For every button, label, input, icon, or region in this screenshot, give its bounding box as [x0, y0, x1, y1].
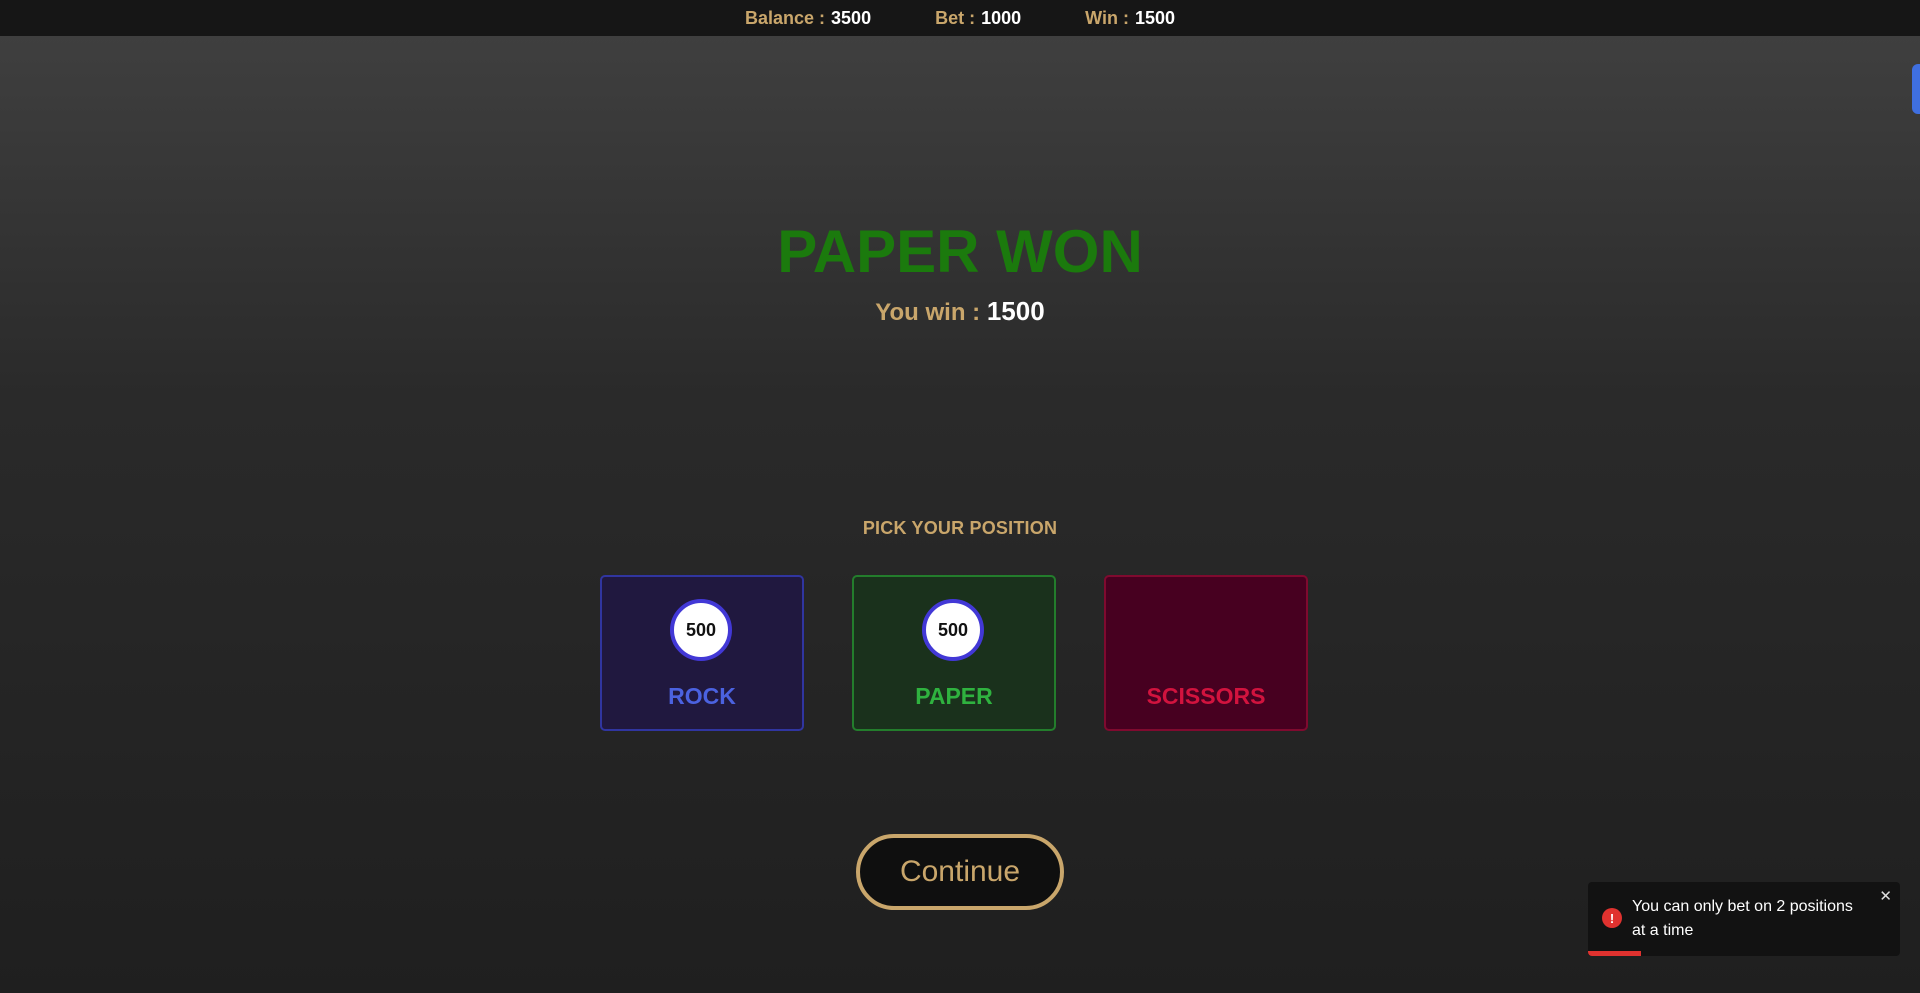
error-toast: ! You can only bet on 2 positions at a t… — [1588, 882, 1900, 956]
rock-bet-chip: 500 — [670, 599, 732, 661]
win-amount-value: 1500 — [986, 296, 1045, 326]
toast-message: You can only bet on 2 positions at a tim… — [1632, 898, 1853, 939]
bet-stat: Bet : 1000 — [935, 8, 1021, 29]
bet-value: 1000 — [981, 7, 1022, 28]
pick-position-heading: PICK YOUR POSITION — [862, 518, 1058, 538]
win-amount-line: You win : 1500 — [0, 296, 1920, 327]
scissors-position-button[interactable]: SCISSORS — [1104, 575, 1308, 731]
win-label: Win : — [1085, 7, 1129, 28]
top-stats-bar: Balance : 3500 Bet : 1000 Win : 1500 — [0, 0, 1920, 36]
rock-position-button[interactable]: 500 ROCK — [600, 575, 804, 731]
toast-progress-bar — [1588, 951, 1642, 956]
balance-label: Balance : — [744, 7, 826, 28]
balance-stat: Balance : 3500 — [745, 8, 871, 29]
close-icon[interactable]: ✕ — [1879, 887, 1892, 905]
balance-value: 3500 — [831, 7, 872, 28]
paper-position-button[interactable]: 500 PAPER — [852, 575, 1056, 731]
win-stat: Win : 1500 — [1085, 8, 1175, 29]
side-panel-tab[interactable] — [1912, 64, 1920, 114]
result-title: PAPER WON — [777, 218, 1143, 285]
bet-label: Bet : — [935, 7, 976, 28]
scissors-label: SCISSORS — [1146, 683, 1266, 709]
error-icon: ! — [1602, 908, 1622, 928]
continue-button[interactable]: Continue — [856, 834, 1064, 910]
rock-label: ROCK — [668, 683, 736, 709]
win-value: 1500 — [1134, 7, 1175, 28]
paper-label: PAPER — [915, 683, 993, 709]
position-options: 500 ROCK 500 PAPER SCISSORS — [600, 575, 1308, 731]
paper-bet-chip: 500 — [922, 599, 984, 661]
win-amount-label: You win : — [875, 299, 981, 326]
